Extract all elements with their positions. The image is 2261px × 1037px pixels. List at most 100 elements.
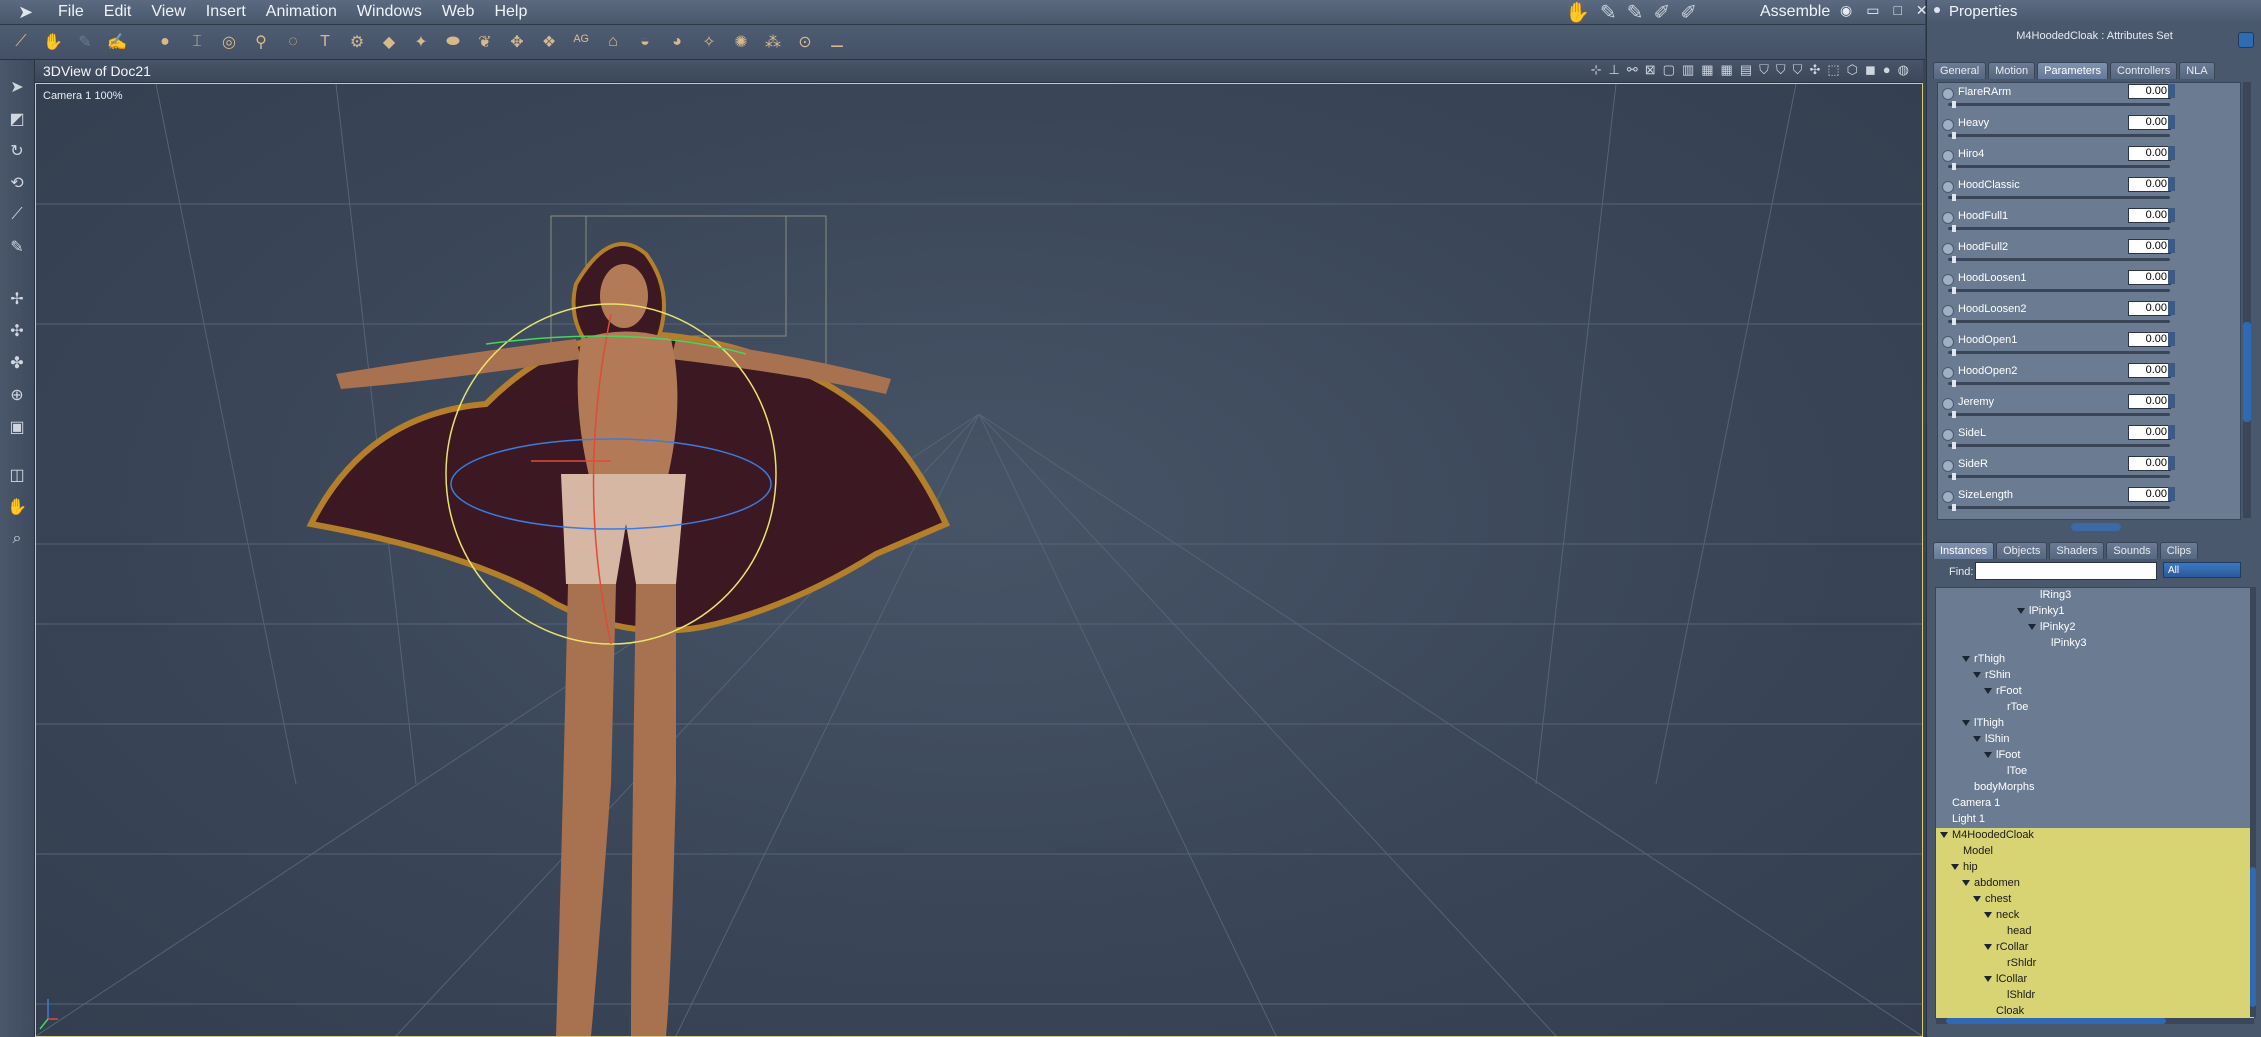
- menu-insert[interactable]: Insert: [196, 3, 256, 21]
- tree-row[interactable]: lPinky1: [1936, 604, 2254, 620]
- tree-row[interactable]: lCollar: [1936, 972, 2254, 988]
- menu-animation[interactable]: Animation: [256, 3, 347, 21]
- tree-row[interactable]: rThigh: [1936, 652, 2254, 668]
- parameter-value-field[interactable]: 0.00: [2128, 394, 2171, 409]
- parameter-menu-icon[interactable]: [1942, 491, 1954, 503]
- render-shield-1-icon[interactable]: ⛉: [1759, 62, 1769, 78]
- tree-row[interactable]: lPinky3: [1936, 636, 2254, 652]
- parameter-menu-icon[interactable]: [1942, 119, 1954, 131]
- app-logo-icon[interactable]: ➤: [18, 2, 33, 23]
- tree-row[interactable]: rFoot: [1936, 684, 2254, 700]
- visibility-icon[interactable]: ◉: [1840, 2, 1852, 19]
- tree-row[interactable]: bodyMorphs: [1936, 780, 2254, 796]
- expand-triangle-icon[interactable]: [1962, 656, 1970, 662]
- parameter-scrollbar[interactable]: [2243, 82, 2251, 518]
- paint-icon[interactable]: ◕: [664, 29, 690, 55]
- parameter-spinner[interactable]: [2168, 270, 2175, 284]
- render-shield-2-icon[interactable]: ⛉: [1776, 62, 1786, 78]
- star-icon[interactable]: ✺: [728, 29, 754, 55]
- tab-shaders[interactable]: Shaders: [2049, 542, 2105, 559]
- menu-view[interactable]: View: [141, 3, 195, 21]
- parameter-spinner[interactable]: [2168, 456, 2175, 470]
- expand-triangle-icon[interactable]: [1962, 880, 1970, 886]
- house-icon[interactable]: ⌂: [600, 29, 626, 55]
- sphere-outline-icon[interactable]: ◍: [1898, 62, 1909, 78]
- parameter-menu-icon[interactable]: [1942, 336, 1954, 348]
- tab-parameters[interactable]: Parameters: [2037, 62, 2109, 79]
- text-3d-icon[interactable]: T: [312, 29, 338, 55]
- parameter-dial-track[interactable]: [1948, 411, 2170, 418]
- zoom-icon[interactable]: ⌕: [4, 526, 30, 552]
- ago-icon[interactable]: ᴬᴳ: [568, 29, 594, 55]
- panel-splitter-handle[interactable]: [2071, 523, 2121, 531]
- tree-scrollbar[interactable]: [2250, 587, 2256, 1017]
- parameter-dial-track[interactable]: [1948, 287, 2170, 294]
- tab-objects[interactable]: Objects: [1996, 542, 2048, 559]
- room-brush-3-icon[interactable]: ✐: [1653, 0, 1670, 25]
- parameter-value-field[interactable]: 0.00: [2128, 239, 2171, 254]
- menu-web[interactable]: Web: [432, 3, 485, 21]
- wand-icon[interactable]: ✧: [696, 29, 722, 55]
- parameter-menu-icon[interactable]: [1942, 367, 1954, 379]
- parameter-menu-icon[interactable]: [1942, 212, 1954, 224]
- tree-row[interactable]: M4HoodedCloak: [1936, 828, 2254, 844]
- target-icon[interactable]: ⊙: [792, 29, 818, 55]
- parameter-value-field[interactable]: 0.00: [2128, 84, 2171, 99]
- parameter-menu-icon[interactable]: [1942, 460, 1954, 472]
- room-brush-2-icon[interactable]: ✎: [1627, 0, 1644, 25]
- curve-icon[interactable]: ⟲: [4, 170, 30, 196]
- tree-row[interactable]: lShin: [1936, 732, 2254, 748]
- parameter-menu-icon[interactable]: [1942, 398, 1954, 410]
- tree-row[interactable]: Light 1: [1936, 812, 2254, 828]
- rotate-view-icon[interactable]: ◩: [4, 106, 30, 132]
- 3d-viewport[interactable]: Camera 1 100%: [35, 83, 1923, 1037]
- maximize-icon[interactable]: □: [1893, 2, 1901, 19]
- tree-row[interactable]: rShin: [1936, 668, 2254, 684]
- room-brush-1-icon[interactable]: ✎: [1600, 0, 1617, 25]
- parameter-value-field[interactable]: 0.00: [2128, 487, 2171, 502]
- parameter-value-field[interactable]: 0.00: [2128, 146, 2171, 161]
- parameter-dial-track[interactable]: [1948, 225, 2170, 232]
- tree-row[interactable]: lThigh: [1936, 716, 2254, 732]
- tree-row[interactable]: rToe: [1936, 700, 2254, 716]
- tree-row[interactable]: neck: [1936, 908, 2254, 924]
- tab-general[interactable]: General: [1933, 62, 1987, 79]
- menu-help[interactable]: Help: [484, 3, 537, 21]
- ring-icon[interactable]: ◌: [280, 29, 306, 55]
- parameter-spinner[interactable]: [2168, 146, 2175, 160]
- single-view-icon[interactable]: ▢: [1663, 62, 1675, 78]
- tree-row[interactable]: Model: [1936, 844, 2254, 860]
- parameter-dial-track[interactable]: [1948, 256, 2170, 263]
- scene-render[interactable]: [36, 84, 1922, 1036]
- grid-icon[interactable]: ✥: [504, 29, 530, 55]
- parameter-value-field[interactable]: 0.00: [2128, 208, 2171, 223]
- room-label[interactable]: Assemble: [1760, 3, 1830, 21]
- knife-icon[interactable]: ⟋: [4, 202, 30, 228]
- expand-triangle-icon[interactable]: [1940, 832, 1948, 838]
- tree-row[interactable]: rCollar: [1936, 940, 2254, 956]
- tab-controllers[interactable]: Controllers: [2110, 62, 2178, 79]
- parameter-menu-icon[interactable]: [1942, 150, 1954, 162]
- box-shaded-icon[interactable]: ◼: [1865, 62, 1876, 78]
- parameter-menu-icon[interactable]: [1942, 305, 1954, 317]
- cross-icon[interactable]: ⊠: [1645, 62, 1656, 78]
- tree-row[interactable]: lRing3: [1936, 588, 2254, 604]
- pin-icon[interactable]: ⚊: [824, 29, 850, 55]
- parameter-spinner[interactable]: [2168, 115, 2175, 129]
- split-view-icon[interactable]: ▥: [1682, 62, 1694, 78]
- parameter-value-field[interactable]: 0.00: [2128, 177, 2171, 192]
- parameter-dial-track[interactable]: [1948, 380, 2170, 387]
- expand-triangle-icon[interactable]: [2017, 608, 2025, 614]
- tree-row[interactable]: lPinky2: [1936, 620, 2254, 636]
- rotate-icon[interactable]: ✤: [4, 350, 30, 376]
- expand-triangle-icon[interactable]: [1984, 944, 1992, 950]
- parameter-value-field[interactable]: 0.00: [2128, 425, 2171, 440]
- parameter-menu-icon[interactable]: [1942, 181, 1954, 193]
- expand-triangle-icon[interactable]: [1951, 864, 1959, 870]
- frame-icon[interactable]: ⬚: [1827, 62, 1839, 78]
- hand-icon[interactable]: ✋: [4, 494, 30, 520]
- parameter-spinner[interactable]: [2168, 301, 2175, 315]
- layout-icon[interactable]: ▤: [1740, 62, 1752, 78]
- parameter-dial-track[interactable]: [1948, 101, 2170, 108]
- expand-triangle-icon[interactable]: [1973, 896, 1981, 902]
